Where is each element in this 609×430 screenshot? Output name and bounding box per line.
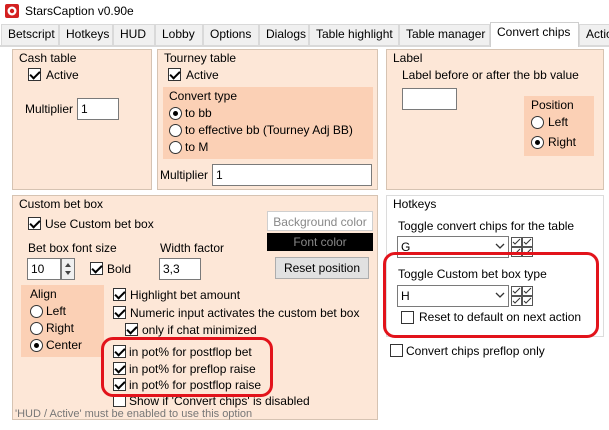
only-chat-minimized-label: only if chat minimized [142, 323, 257, 337]
tab-table-manager[interactable]: Table manager [399, 24, 490, 45]
tab-actio[interactable]: Actio [579, 24, 609, 45]
highlight-bet-checkbox[interactable] [113, 288, 126, 301]
pot-preflop-raise-label: in pot% for preflop raise [129, 362, 256, 376]
tab-table-highlight[interactable]: Table highlight [309, 24, 399, 45]
pot-postflop-raise-checkbox[interactable] [113, 378, 126, 391]
numeric-input-checkbox[interactable] [113, 306, 126, 319]
hud-footnote: 'HUD / Active' must be enabled to use th… [15, 408, 253, 420]
tab-hotkeys[interactable]: Hotkeys [59, 24, 113, 45]
radio-align-right[interactable] [30, 322, 43, 335]
pot-preflop-raise-checkbox[interactable] [113, 362, 126, 375]
show-if-disabled-label: Show if 'Convert chips' is disabled [129, 394, 310, 408]
reset-default-checkbox[interactable] [401, 311, 414, 324]
spinner-arrows-icon [65, 263, 71, 275]
cash-multiplier-label: Multiplier [25, 102, 74, 116]
preflop-only-label: Convert chips preflop only [406, 344, 545, 358]
hotkeys-title: Hotkeys [393, 197, 437, 211]
convert-type-group: Convert type to bb to effective bb (Tour… [163, 87, 373, 159]
radio-position-right[interactable] [531, 136, 544, 149]
custom-bet-box-group: Custom bet box Use Custom bet box Backgr… [12, 195, 378, 420]
tourney-multiplier-input[interactable] [212, 164, 372, 186]
pot-postflop-bet-label: in pot% for postflop bet [129, 345, 252, 359]
radio-align-left[interactable] [30, 305, 43, 318]
font-size-spinner[interactable] [61, 258, 75, 280]
align-center-label: Center [46, 338, 83, 352]
align-group: Align Left Right Center [21, 285, 104, 357]
bold-checkbox[interactable] [90, 262, 103, 275]
cash-active-checkbox[interactable] [28, 68, 41, 81]
window-title: StarsCaption v0.90e [25, 4, 134, 18]
toggle-convert-label: Toggle convert chips for the table [398, 219, 575, 233]
to-effective-bb-label: to effective bb (Tourney Adj BB) [185, 123, 353, 137]
font-size-label: Bet box font size [28, 241, 117, 255]
tab-strip: Betscript Hotkeys HUD Lobby Options Dial… [0, 22, 609, 47]
tourney-multiplier-label: Multiplier [160, 168, 209, 182]
only-chat-minimized-checkbox[interactable] [125, 323, 138, 336]
tab-dialogs[interactable]: Dialogs [259, 24, 309, 45]
preflop-only-checkbox[interactable] [390, 344, 403, 357]
reset-default-label: Reset to default on next action [419, 310, 582, 324]
width-factor-label: Width factor [160, 241, 225, 255]
label-group-title: Label [393, 51, 423, 65]
radio-position-left[interactable] [531, 116, 544, 129]
tourney-active-checkbox[interactable] [168, 68, 181, 81]
toggle-custom-value: H [401, 289, 410, 303]
toggle-custom-combo[interactable]: H [397, 285, 509, 307]
tab-convert-chips[interactable]: Convert chips [490, 22, 579, 47]
position-title: Position [531, 98, 574, 112]
align-title: Align [30, 287, 57, 301]
cash-table-title: Cash table [19, 51, 77, 65]
numeric-input-label: Numeric input activates the custom bet b… [130, 306, 360, 320]
tourney-table-group: Tourney table Active Convert type to bb … [157, 49, 378, 190]
width-factor-input[interactable] [159, 258, 201, 280]
position-right-label: Right [548, 135, 577, 149]
font-color-button[interactable]: Font color [267, 233, 373, 251]
chevron-down-icon [495, 292, 505, 298]
toggle-custom-label: Toggle Custom bet box type [398, 267, 547, 281]
position-group: Position Left Right [524, 96, 594, 156]
tab-hud[interactable]: HUD [113, 24, 155, 45]
toggle-convert-combo[interactable]: G [397, 236, 509, 258]
pot-postflop-raise-label: in pot% for postflop raise [129, 378, 262, 392]
tab-options[interactable]: Options [203, 24, 259, 45]
reset-position-button[interactable]: Reset position [275, 257, 369, 279]
label-group: Label Label before or after the bb value… [386, 49, 604, 190]
label-text-input[interactable] [402, 88, 457, 110]
position-left-label: Left [548, 115, 569, 129]
align-right-label: Right [46, 321, 75, 335]
align-left-label: Left [46, 304, 67, 318]
show-if-disabled-checkbox[interactable] [113, 394, 126, 407]
to-m-label: to M [185, 140, 209, 154]
to-bb-label: to bb [185, 106, 212, 120]
tourney-table-title: Tourney table [164, 51, 237, 65]
cash-table-group: Cash table Active Multiplier [12, 49, 152, 190]
tourney-active-label: Active [186, 68, 219, 82]
chevron-down-icon [495, 243, 505, 249]
radio-to-bb[interactable] [169, 107, 182, 120]
radio-to-m[interactable] [169, 141, 182, 154]
hotkey-grid-icon[interactable] [511, 286, 533, 306]
pot-postflop-bet-checkbox[interactable] [113, 345, 126, 358]
font-size-input[interactable] [27, 258, 61, 280]
label-description: Label before or after the bb value [402, 68, 579, 82]
bold-label: Bold [107, 262, 132, 276]
use-custom-bet-box-label: Use Custom bet box [45, 217, 154, 231]
toggle-convert-value: G [401, 240, 411, 254]
radio-align-center[interactable] [30, 339, 43, 352]
radio-to-effective-bb[interactable] [169, 124, 182, 137]
background-color-button[interactable]: Background color [267, 211, 373, 231]
tab-lobby[interactable]: Lobby [155, 24, 203, 45]
highlight-bet-label: Highlight bet amount [130, 288, 241, 302]
custom-bet-box-title: Custom bet box [19, 197, 104, 211]
tab-betscript[interactable]: Betscript [1, 24, 59, 45]
title-bar: StarsCaption v0.90e [0, 0, 609, 22]
use-custom-bet-box-checkbox[interactable] [28, 217, 41, 230]
hotkeys-group: Hotkeys Toggle convert chips for the tab… [386, 195, 604, 337]
app-icon [5, 4, 19, 18]
hotkey-grid-icon[interactable] [511, 237, 533, 257]
convert-type-title: Convert type [169, 89, 238, 103]
cash-multiplier-input[interactable] [77, 98, 119, 120]
cash-active-label: Active [46, 68, 79, 82]
